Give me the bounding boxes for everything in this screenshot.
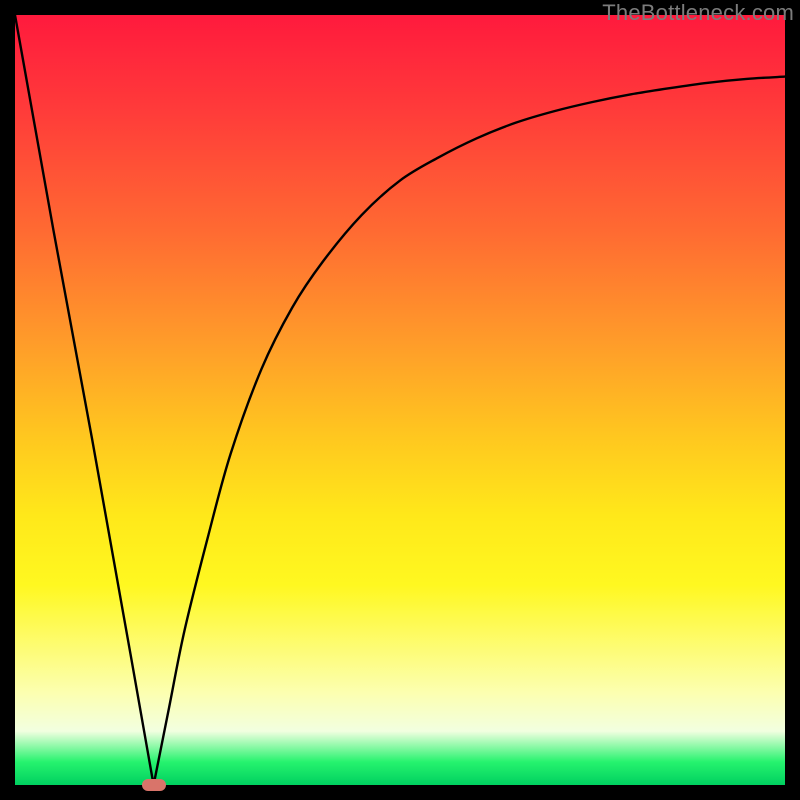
chart-plot-area xyxy=(15,15,785,785)
bottleneck-curve xyxy=(15,15,785,785)
notch-marker xyxy=(142,779,166,791)
curve-svg xyxy=(15,15,785,785)
watermark-text: TheBottleneck.com xyxy=(602,0,794,26)
